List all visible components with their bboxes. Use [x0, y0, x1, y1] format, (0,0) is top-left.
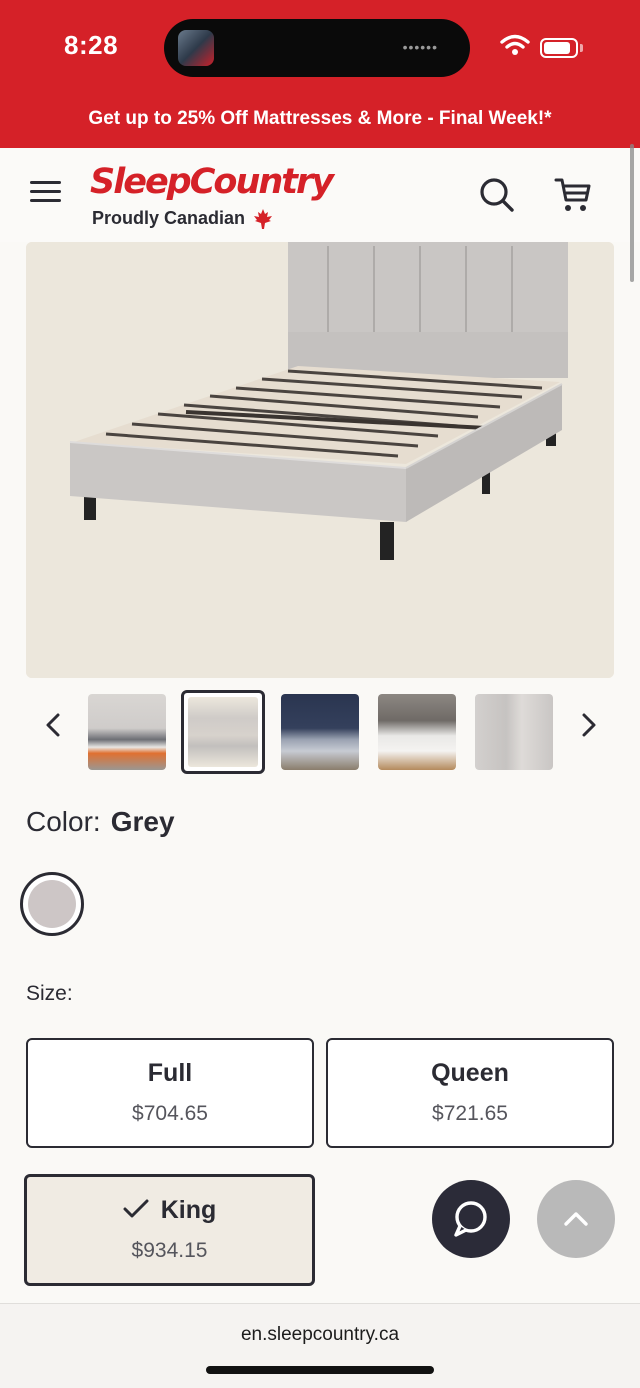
- url-bar[interactable]: en.sleepcountry.ca: [0, 1324, 640, 1346]
- chat-bubble-icon: [454, 1201, 487, 1237]
- chevron-up-icon: [564, 1212, 588, 1226]
- size-option-king[interactable]: King $934.15: [24, 1174, 315, 1286]
- checkmark-icon: [123, 1199, 149, 1218]
- battery-icon: [540, 38, 578, 58]
- size-price: $721.65: [432, 1102, 508, 1125]
- battery-tip: [580, 44, 583, 52]
- search-icon[interactable]: [478, 176, 516, 214]
- logo[interactable]: SleepCountry: [90, 162, 334, 202]
- product-main-image[interactable]: [26, 242, 614, 678]
- scroll-indicator[interactable]: [630, 144, 634, 282]
- wifi-icon: [500, 34, 530, 55]
- thumbnail-2[interactable]: [181, 690, 265, 774]
- thumbnail-5[interactable]: [475, 694, 553, 770]
- island-indicator: ••••••: [402, 39, 438, 55]
- prev-thumbnail-icon[interactable]: [44, 712, 62, 738]
- maple-leaf-icon: [254, 209, 272, 229]
- promo-banner-link[interactable]: Get up to 25% Off Mattresses & More - Fi…: [0, 108, 640, 130]
- color-swatch-grey[interactable]: [20, 872, 84, 936]
- site-header: SleepCountry Proudly Canadian: [0, 148, 640, 242]
- dynamic-island: ••••••: [164, 19, 470, 77]
- size-price: $934.15: [131, 1239, 208, 1262]
- size-name: Queen: [431, 1059, 509, 1087]
- size-price: $704.65: [132, 1102, 208, 1125]
- color-heading: Color: Grey: [26, 806, 175, 838]
- home-indicator[interactable]: [206, 1366, 434, 1374]
- scroll-to-top-button[interactable]: [537, 1180, 615, 1258]
- menu-icon[interactable]: [30, 179, 62, 203]
- thumbnail-3[interactable]: [281, 694, 359, 770]
- size-name: King: [160, 1196, 217, 1224]
- logo-tagline: Proudly Canadian: [92, 208, 246, 228]
- status-time: 8:28: [64, 30, 119, 60]
- size-label: Size:: [26, 982, 73, 1005]
- cart-icon[interactable]: [554, 176, 594, 214]
- size-name-row: King: [27, 1196, 312, 1225]
- size-name: Full: [147, 1059, 193, 1087]
- bed-frame-image: [26, 242, 614, 678]
- island-app-icon: [178, 30, 214, 66]
- thumbnail-4[interactable]: [378, 694, 456, 770]
- size-option-full[interactable]: Full $704.65: [26, 1038, 314, 1148]
- color-value: Grey: [110, 806, 175, 837]
- color-label: Color:: [26, 806, 101, 837]
- size-option-queen[interactable]: Queen $721.65: [326, 1038, 614, 1148]
- thumbnail-1[interactable]: [88, 694, 166, 770]
- next-thumbnail-icon[interactable]: [580, 712, 598, 738]
- chat-button[interactable]: [432, 1180, 510, 1258]
- swatch-fill: [28, 880, 76, 928]
